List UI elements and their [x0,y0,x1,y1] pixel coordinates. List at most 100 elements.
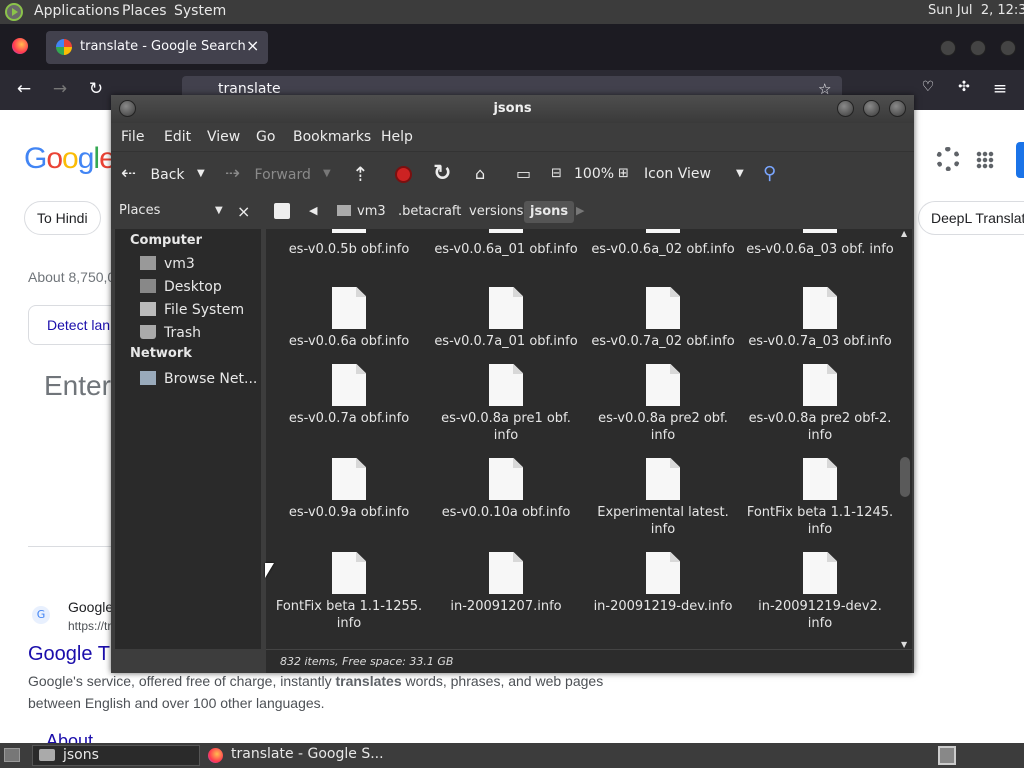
settings-gear-icon[interactable] [936,147,960,171]
search-icon[interactable]: ⚲ [763,152,776,196]
up-arrow-icon[interactable]: ⇡ [352,152,369,196]
file-item[interactable]: FontFix beta 1.1-1245. info [745,458,895,538]
file-item[interactable]: es-v0.0.8a pre2 obf. info [588,364,738,444]
breadcrumb-jsons[interactable]: jsons [524,201,575,223]
taskbar-item-label: translate - Google S... [231,746,384,762]
home-folder-icon[interactable]: ⌂ [475,152,485,196]
view-mode-select[interactable]: Icon View [644,152,711,196]
stop-icon[interactable] [395,166,412,183]
file-item[interactable]: es-v0.0.7a_03 obf.info [745,287,895,350]
file-item[interactable]: FontFix beta 1.1-1255. info [274,552,424,632]
view-mode-dropdown-icon[interactable]: ▼ [736,152,744,196]
menu-system[interactable]: System [174,3,226,19]
browser-tab[interactable]: translate - Google Search × [46,31,268,64]
firefox-icon[interactable] [12,38,28,54]
tab-close-icon[interactable]: × [246,36,259,55]
forward-button[interactable]: ⇢ Forward [225,152,320,196]
distro-logo-icon[interactable] [5,3,23,21]
scroll-up-arrow[interactable]: ▲ [901,229,907,238]
file-item[interactable]: es-v0.0.10a obf.info [431,458,581,521]
sidebar-item-desktop[interactable]: Desktop [140,277,222,297]
reload-icon[interactable]: ↻ [433,152,451,196]
window-close-button[interactable] [1000,40,1016,56]
menu-go[interactable]: Go [256,129,275,145]
detect-language-tab[interactable]: Detect lan [28,305,118,345]
sidebar-type-select[interactable]: Places ▼ [115,200,227,224]
window-minimize-button[interactable] [837,100,854,117]
window-menu-button[interactable] [119,100,136,117]
sign-in-button[interactable] [1016,142,1024,178]
apps-grid-icon[interactable] [976,151,994,169]
breadcrumb-vm3[interactable]: vm3 [331,201,392,223]
sidebar-item-file-system[interactable]: File System [140,300,244,320]
chip-deepl[interactable]: DeepL Translate [918,201,1024,235]
breadcrumb-right-arrow[interactable]: ▶ [576,204,584,217]
scroll-down-arrow[interactable]: ▼ [901,640,907,649]
file-item[interactable]: es-v0.0.8a pre1 obf. info [431,364,581,444]
file-item[interactable]: es-v0.0.6a obf.info [274,287,424,350]
sidebar-heading-network: Network [130,346,192,361]
show-desktop-icon[interactable] [4,748,20,762]
file-icon-view[interactable]: es-v0.0.5b obf.info es-v0.0.6a_01 obf.in… [266,229,912,649]
menu-edit[interactable]: Edit [164,129,191,145]
file-item[interactable]: es-v0.0.6a_01 obf.info [431,229,581,258]
close-sidebar-icon[interactable]: × [237,202,250,221]
file-item[interactable]: Experimental latest. info [588,458,738,538]
menu-file[interactable]: File [121,129,144,145]
taskbar-item-jsons[interactable]: jsons [32,745,200,766]
menu-help[interactable]: Help [381,129,413,145]
window-titlebar[interactable]: jsons [111,95,914,123]
google-logo[interactable]: Google [24,142,116,176]
reload-icon[interactable]: ↻ [84,79,108,99]
scrollbar-thumb[interactable] [900,457,910,497]
workspace-switcher[interactable] [938,746,956,765]
clock[interactable]: Sun Jul 2, 12:39 [928,3,1024,18]
menu-places[interactable]: Places [122,3,167,19]
window-minimize-button[interactable] [940,40,956,56]
file-item[interactable]: in-20091207.info [431,552,581,615]
result-url[interactable]: https://tr [68,619,111,633]
sidebar-item-trash[interactable]: Trash [140,323,201,343]
file-item[interactable]: es-v0.0.6a_02 obf.info [588,229,738,258]
menu-bookmarks[interactable]: Bookmarks [293,129,371,145]
back-history-dropdown[interactable]: ▼ [197,152,205,196]
file-item[interactable]: es-v0.0.7a_01 obf.info [431,287,581,350]
taskbar-item-firefox[interactable]: translate - Google S... [204,745,384,766]
chip-to-hindi[interactable]: To Hindi [24,201,101,235]
forward-history-dropdown[interactable]: ▼ [323,152,331,196]
location-bar: Places ▼ × ◀ vm3 .betacraft versions jso… [111,195,914,229]
file-item[interactable]: es-v0.0.8a pre2 obf-2. info [745,364,895,444]
forward-arrow-icon[interactable]: → [48,79,72,99]
file-item[interactable]: es-v0.0.9a obf.info [274,458,424,521]
breadcrumb-left-arrow[interactable]: ◀ [309,204,317,217]
extensions-icon[interactable]: ✣ [952,79,976,95]
computer-icon[interactable]: ▭ [516,152,531,196]
file-item[interactable]: es-v0.0.7a obf.info [274,364,424,427]
window-maximize-button[interactable] [863,100,880,117]
about-link[interactable]: About [46,731,93,743]
window-close-button[interactable] [889,100,906,117]
vertical-scrollbar[interactable]: ▲ ▼ [900,229,910,649]
breadcrumb-betacraft[interactable]: .betacraft [392,201,467,223]
file-item[interactable]: in-20091219-dev2. info [745,552,895,632]
sidebar-item-vm3[interactable]: vm3 [140,254,195,274]
edit-location-icon[interactable] [274,203,290,219]
zoom-in-icon[interactable]: ⊞ [618,152,629,196]
file-item[interactable]: es-v0.0.5b obf.info [274,229,424,258]
pocket-icon[interactable]: ♡ [916,79,940,95]
menu-applications[interactable]: Applications [34,3,120,19]
result-title-link[interactable]: Google T [28,643,110,666]
window-maximize-button[interactable] [970,40,986,56]
breadcrumb-versions[interactable]: versions [463,201,529,223]
back-arrow-icon[interactable]: ← [12,79,36,99]
zoom-out-icon[interactable]: ⊟ [551,152,562,196]
translate-input-placeholder[interactable]: Enter [44,370,111,402]
hamburger-menu-icon[interactable]: ≡ [988,79,1012,99]
file-item[interactable]: es-v0.0.7a_02 obf.info [588,287,738,350]
zoom-level[interactable]: 100% [574,152,614,196]
file-item[interactable]: es-v0.0.6a_03 obf. info [745,229,895,258]
menu-view[interactable]: View [207,129,240,145]
sidebar-item-browse-network[interactable]: Browse Net... [140,369,257,389]
back-button[interactable]: ⇠ Back [121,152,209,196]
file-item[interactable]: in-20091219-dev.info [588,552,738,615]
